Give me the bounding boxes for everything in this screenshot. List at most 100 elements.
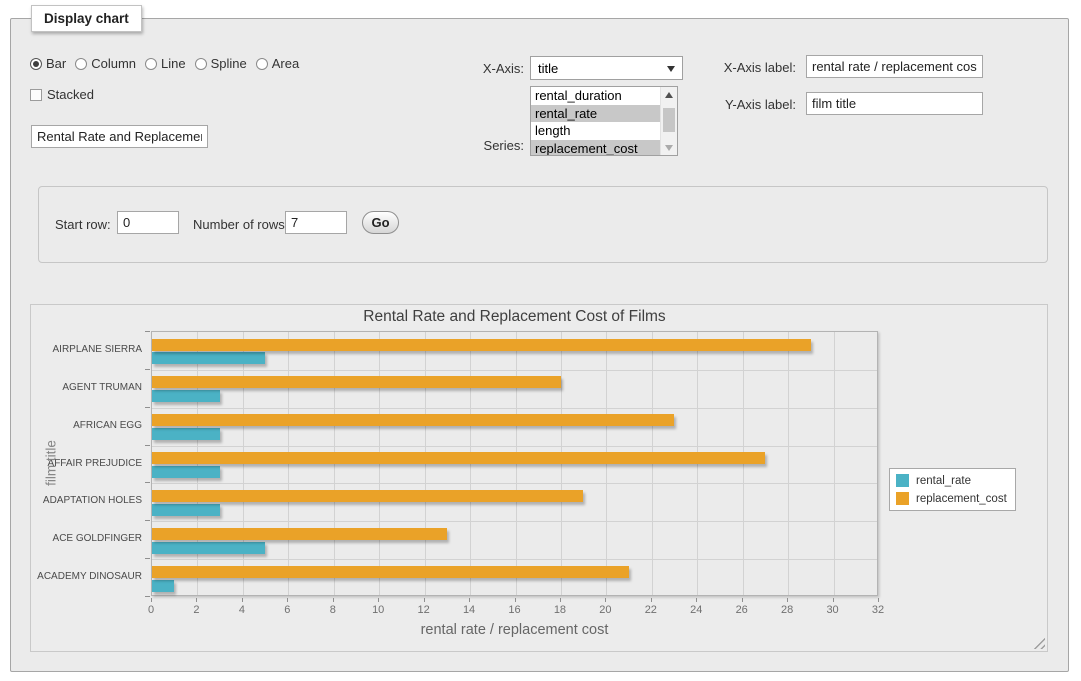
x-axis-caption-label: X-Axis label: [707,60,796,75]
radio-area[interactable] [256,58,268,70]
category-label: AIRPLANE SIERRA [31,331,142,369]
radio-label: Bar [46,56,66,71]
legend-item: rental_rate [896,474,1007,487]
x-tick-mark [742,598,743,602]
number-of-rows-label: Number of rows: [193,217,288,232]
x-tick-label: 6 [272,604,302,616]
legend-swatch-replacement_cost [896,492,909,505]
bar-replacement_cost [152,376,561,388]
start-row-label: Start row: [55,217,111,232]
bar-rental_rate [152,580,174,592]
bar-rental_rate [152,352,265,364]
series-multiselect[interactable]: rental_durationrental_ratelengthreplacem… [530,86,678,156]
y-axis-caption-label: Y-Axis label: [707,97,796,112]
chart-x-axis-title: rental rate / replacement cost [151,622,878,638]
stacked-label: Stacked [47,87,94,102]
series-option-rental_duration[interactable]: rental_duration [531,87,660,105]
x-tick-mark [424,598,425,602]
scrollbar-thumb[interactable] [663,108,675,132]
go-button[interactable]: Go [362,211,399,234]
gridline [152,559,877,560]
gridline [152,446,877,447]
x-tick-label: 30 [818,604,848,616]
y-axis-caption-input[interactable] [806,92,983,115]
chart-plot-area [151,331,878,596]
chevron-down-icon [667,66,675,72]
legend-item: replacement_cost [896,492,1007,505]
y-tick-mark [145,520,150,521]
radio-spline[interactable] [195,58,207,70]
x-tick-mark [242,598,243,602]
series-option-length[interactable]: length [531,122,660,140]
chart-type-option-column[interactable]: Column [75,56,136,71]
x-tick-label: 14 [454,604,484,616]
bar-replacement_cost [152,414,674,426]
category-label: ACE GOLDFINGER [31,520,142,558]
chart-type-option-bar[interactable]: Bar [30,56,66,71]
x-tick-label: 24 [681,604,711,616]
y-tick-mark [145,445,150,446]
gridline [152,370,877,371]
bar-rental_rate [152,504,220,516]
legend-label: replacement_cost [916,493,1007,505]
start-row-input[interactable] [117,211,179,234]
x-tick-mark [787,598,788,602]
chart-panel: Rental Rate and Replacement Cost of Film… [30,304,1048,652]
chart-y-axis-title: film title [44,440,59,486]
x-tick-label: 32 [863,604,893,616]
gridline [834,332,835,595]
bar-replacement_cost [152,452,765,464]
radio-bar[interactable] [30,58,42,70]
chart-title-input[interactable] [31,125,208,148]
x-tick-mark [878,598,879,602]
y-tick-mark [145,369,150,370]
gridline [152,521,877,522]
chart-legend: rental_rate replacement_cost [889,468,1016,511]
bar-replacement_cost [152,339,811,351]
x-tick-mark [696,598,697,602]
x-tick-mark [287,598,288,602]
legend-swatch-rental_rate [896,474,909,487]
resize-handle-icon[interactable] [1033,637,1045,649]
x-axis-select-label: X-Axis: [455,61,524,76]
gridline [152,483,877,484]
bar-replacement_cost [152,490,583,502]
category-label: ADAPTATION HOLES [31,482,142,520]
x-tick-mark [605,598,606,602]
bar-rental_rate [152,466,220,478]
series-option-replacement_cost[interactable]: replacement_cost [531,140,660,157]
series-scrollbar[interactable] [660,87,677,155]
scroll-down-icon[interactable] [661,140,677,155]
stacked-checkbox[interactable] [30,89,42,101]
radio-line[interactable] [145,58,157,70]
chart-title: Rental Rate and Replacement Cost of Film… [151,308,878,326]
radio-label: Spline [211,56,247,71]
category-label: AFRICAN EGG [31,407,142,445]
x-tick-label: 8 [318,604,348,616]
y-tick-mark [145,482,150,483]
bar-rental_rate [152,428,220,440]
number-of-rows-input[interactable] [285,211,347,234]
x-axis-select[interactable]: title [530,56,683,80]
x-tick-label: 4 [227,604,257,616]
chart-type-option-line[interactable]: Line [145,56,186,71]
x-tick-label: 26 [727,604,757,616]
chart-type-option-area[interactable]: Area [256,56,299,71]
x-tick-label: 28 [772,604,802,616]
y-tick-mark [145,331,150,332]
radio-column[interactable] [75,58,87,70]
x-tick-mark [833,598,834,602]
category-label: AGENT TRUMAN [31,369,142,407]
x-axis-caption-input[interactable] [806,55,983,78]
x-tick-label: 0 [136,604,166,616]
series-option-rental_rate[interactable]: rental_rate [531,105,660,123]
bar-replacement_cost [152,528,447,540]
scroll-up-icon[interactable] [661,87,677,102]
chart-type-option-spline[interactable]: Spline [195,56,247,71]
stacked-option[interactable]: Stacked [30,87,94,102]
x-tick-mark [560,598,561,602]
rows-panel [38,186,1048,263]
x-tick-mark [333,598,334,602]
fieldset-title: Display chart [31,5,142,32]
page: Display chart Bar Column Line Spline Area St… [0,0,1081,681]
